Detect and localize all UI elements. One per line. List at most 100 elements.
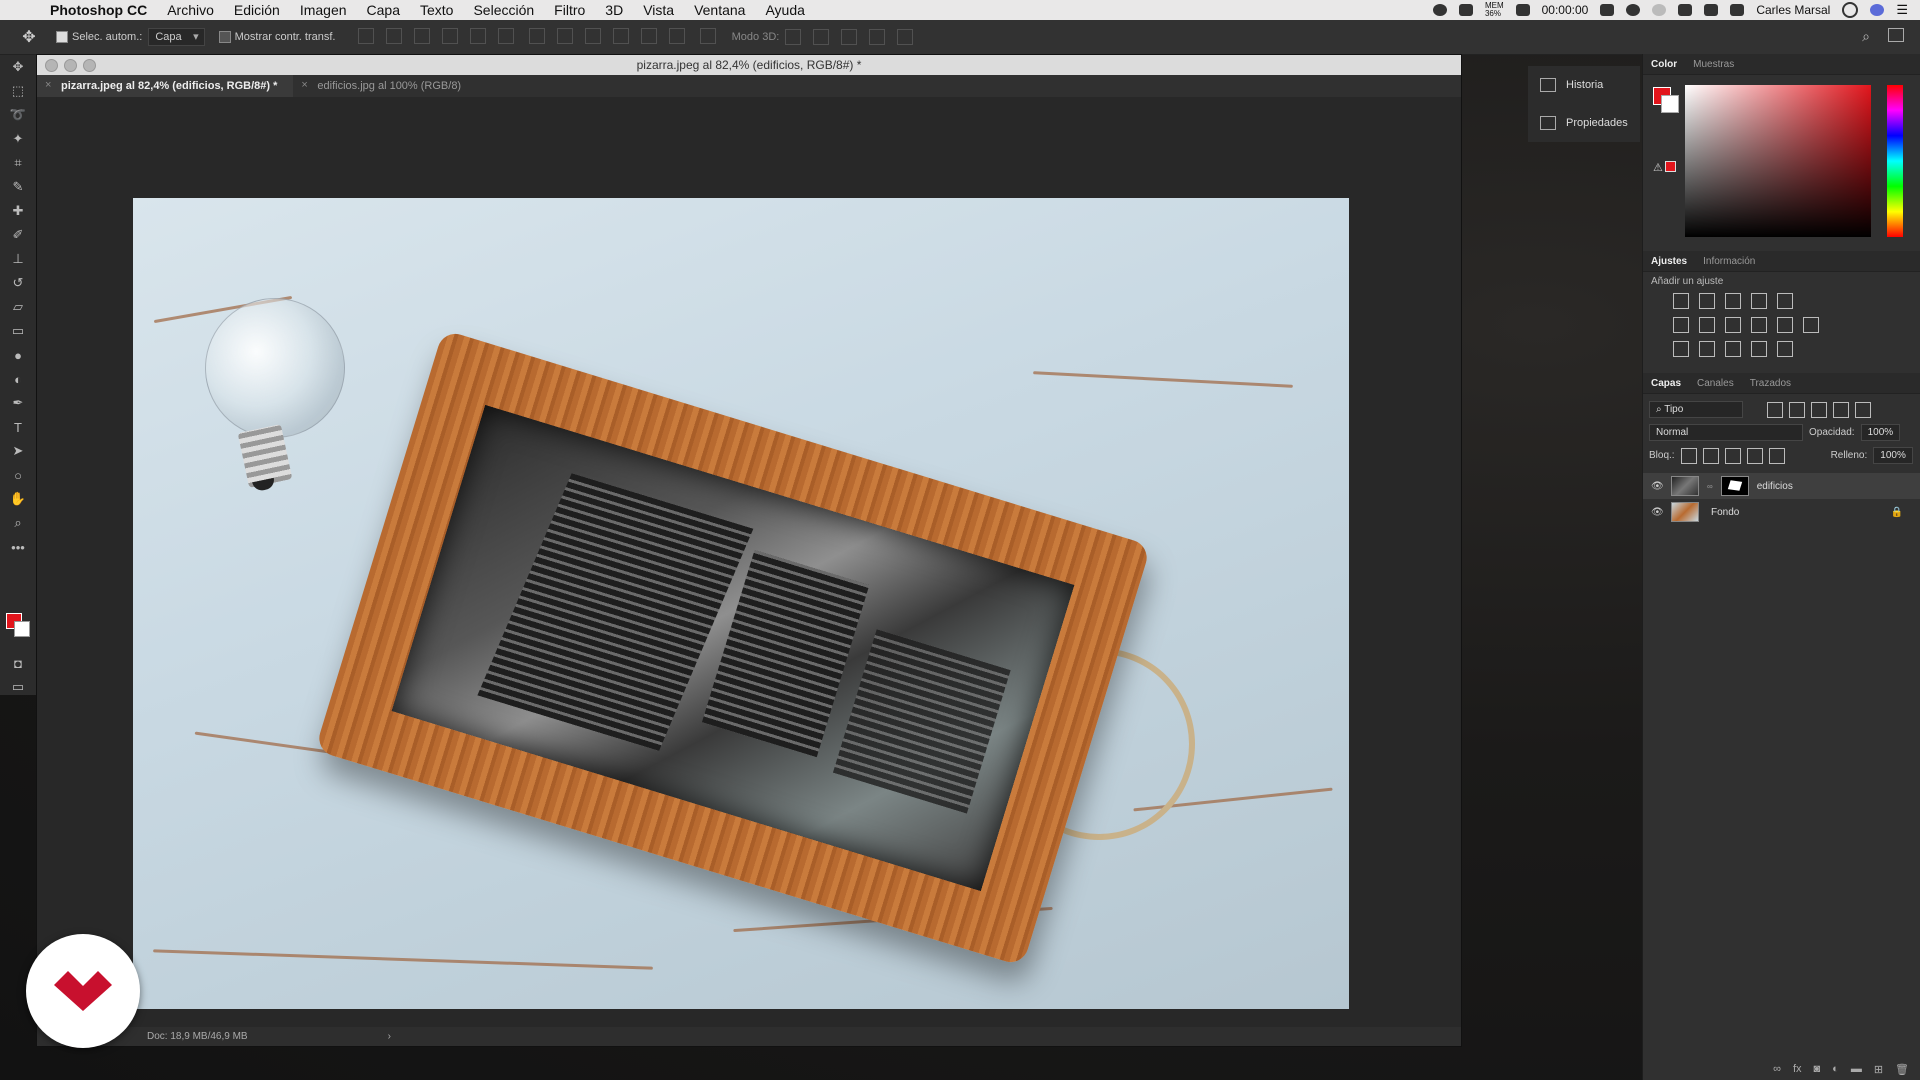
close-window-button[interactable] <box>45 59 58 72</box>
threshold-icon[interactable] <box>1725 341 1741 357</box>
pan-3d-icon[interactable] <box>841 29 858 45</box>
align-right-icon[interactable] <box>497 27 514 44</box>
filter-smart-icon[interactable] <box>1855 401 1871 418</box>
panel-propiedades[interactable]: Propiedades <box>1528 104 1640 142</box>
align-left-icon[interactable] <box>441 27 458 44</box>
new-layer-icon[interactable]: ⊞ <box>1874 1063 1883 1076</box>
blur-tool-icon[interactable]: ● <box>0 343 36 367</box>
crop-tool-icon[interactable]: ⌗ <box>0 151 36 175</box>
filter-pixel-icon[interactable] <box>1767 401 1783 418</box>
history-brush-icon[interactable]: ↺ <box>0 271 36 295</box>
zoom-window-button[interactable] <box>83 59 96 72</box>
show-transform-checkbox[interactable]: Mostrar contr. transf. <box>218 31 336 44</box>
siri-icon[interactable] <box>1870 4 1885 16</box>
menu-edicion[interactable]: Edición <box>234 2 280 18</box>
we-icon[interactable] <box>1600 4 1615 16</box>
align-bottom-icon[interactable] <box>413 27 430 44</box>
photo-filter-icon[interactable] <box>1751 317 1767 333</box>
tab-pizarra[interactable]: × pizarra.jpeg al 82,4% (edificios, RGB/8… <box>37 75 294 97</box>
tab-edificios[interactable]: × edificios.jpg al 100% (RGB/8) <box>293 75 477 97</box>
menu-imagen[interactable]: Imagen <box>300 2 347 18</box>
exposure-icon[interactable] <box>1751 293 1767 309</box>
dodge-tool-icon[interactable]: ◐ <box>0 367 36 391</box>
gradient-tool-icon[interactable]: ▭ <box>0 319 36 343</box>
posterize-icon[interactable] <box>1699 341 1715 357</box>
close-tab-icon[interactable]: × <box>45 79 51 91</box>
document-image[interactable] <box>133 198 1349 1009</box>
eyedropper-icon[interactable]: ✎ <box>0 175 36 199</box>
workspace-icon[interactable] <box>1888 28 1904 42</box>
background-color-swatch[interactable] <box>1661 95 1679 113</box>
color-lookup-icon[interactable] <box>1803 317 1819 333</box>
user-name[interactable]: Carles Marsal <box>1756 3 1830 17</box>
layer-filter-dropdown[interactable]: ⌕ Tipo <box>1649 401 1743 418</box>
search-icon[interactable] <box>1842 2 1859 18</box>
folder-icon[interactable]: ▬ <box>1851 1063 1862 1075</box>
color-balance-icon[interactable] <box>1699 317 1715 333</box>
opacity-field[interactable]: 100% <box>1860 424 1901 441</box>
panel-historia[interactable]: Historia <box>1528 66 1640 104</box>
creative-cloud-icon[interactable] <box>1432 4 1447 16</box>
scale-3d-icon[interactable] <box>897 29 914 45</box>
menu-archivo[interactable]: Archivo <box>167 2 214 18</box>
invert-icon[interactable] <box>1673 341 1689 357</box>
menu-3d[interactable]: 3D <box>605 2 623 18</box>
minimize-window-button[interactable] <box>64 59 77 72</box>
menu-app-name[interactable]: Photoshop CC <box>50 2 147 18</box>
screen-mode-icon[interactable]: ▭ <box>0 675 36 699</box>
layer-row-fondo[interactable]: 👁 Fondo 🔒 <box>1643 499 1920 525</box>
m-icon[interactable] <box>1626 4 1641 16</box>
marquee-tool-icon[interactable]: ⬚ <box>0 79 36 103</box>
tab-capas[interactable]: Capas <box>1643 378 1689 389</box>
lasso-tool-icon[interactable]: ➰ <box>0 103 36 127</box>
blend-mode-dropdown[interactable]: Normal <box>1649 424 1803 441</box>
move-tool-icon[interactable]: ✥ <box>18 26 40 48</box>
lock-position-icon[interactable] <box>1724 447 1741 464</box>
menu-filtro[interactable]: Filtro <box>554 2 585 18</box>
mask-icon[interactable]: ◙ <box>1814 1063 1821 1075</box>
lock-all-icon[interactable] <box>1768 447 1785 464</box>
auto-align-icon[interactable] <box>699 27 716 44</box>
eraser-tool-icon[interactable]: ▱ <box>0 295 36 319</box>
lock-transparency-icon[interactable] <box>1680 447 1697 464</box>
distribute-bottom-icon[interactable] <box>584 27 601 44</box>
quick-mask-icon[interactable]: ◘ <box>0 651 36 675</box>
menu-texto[interactable]: Texto <box>420 2 453 18</box>
lock-pixels-icon[interactable] <box>1702 447 1719 464</box>
visibility-eye-icon[interactable]: 👁 <box>1651 507 1664 518</box>
canvas-area[interactable] <box>37 97 1461 1027</box>
search-icon[interactable]: ⌕ <box>1862 28 1870 45</box>
auto-select-dropdown[interactable]: Capa <box>148 28 205 46</box>
align-vcenter-icon[interactable] <box>385 27 402 44</box>
doc-size-readout[interactable]: Doc: 18,9 MB/46,9 MB <box>147 1031 248 1042</box>
close-tab-icon[interactable]: × <box>301 79 307 91</box>
dropbox-icon[interactable] <box>1458 4 1473 16</box>
healing-brush-icon[interactable]: ✚ <box>0 199 36 223</box>
stamp-tool-icon[interactable]: ⊥ <box>0 247 36 271</box>
filter-adjustment-icon[interactable] <box>1789 401 1805 418</box>
align-top-icon[interactable] <box>357 27 374 44</box>
auto-select-checkbox[interactable]: Selec. autom.: <box>56 31 142 44</box>
selective-color-icon[interactable] <box>1751 341 1767 357</box>
distribute-right-icon[interactable] <box>668 27 685 44</box>
tab-informacion[interactable]: Información <box>1695 256 1763 267</box>
lock-artboard-icon[interactable] <box>1746 447 1763 464</box>
screen-record-icon[interactable] <box>1515 4 1530 16</box>
zoom-tool-icon[interactable]: ⌕ <box>0 511 36 535</box>
distribute-top-icon[interactable] <box>528 27 545 44</box>
menu-ayuda[interactable]: Ayuda <box>765 2 804 18</box>
align-hcenter-icon[interactable] <box>469 27 486 44</box>
orbit-3d-icon[interactable] <box>785 29 802 45</box>
gradient-map-icon[interactable] <box>1777 341 1793 357</box>
hue-slider[interactable] <box>1887 85 1903 237</box>
type-tool-icon[interactable]: T <box>0 415 36 439</box>
curves-icon[interactable] <box>1725 293 1741 309</box>
notification-center-icon[interactable]: ☰ <box>1896 2 1908 18</box>
filter-shape-icon[interactable] <box>1833 401 1849 418</box>
tab-ajustes[interactable]: Ajustes <box>1643 256 1695 267</box>
layer-row-edificios[interactable]: 👁 ∞ edificios <box>1643 473 1920 499</box>
color-picker-field[interactable] <box>1685 85 1871 237</box>
visibility-eye-icon[interactable]: 👁 <box>1651 481 1664 492</box>
more-tools-icon[interactable]: ••• <box>0 535 36 559</box>
status-menu-arrow[interactable]: › <box>388 1031 391 1042</box>
